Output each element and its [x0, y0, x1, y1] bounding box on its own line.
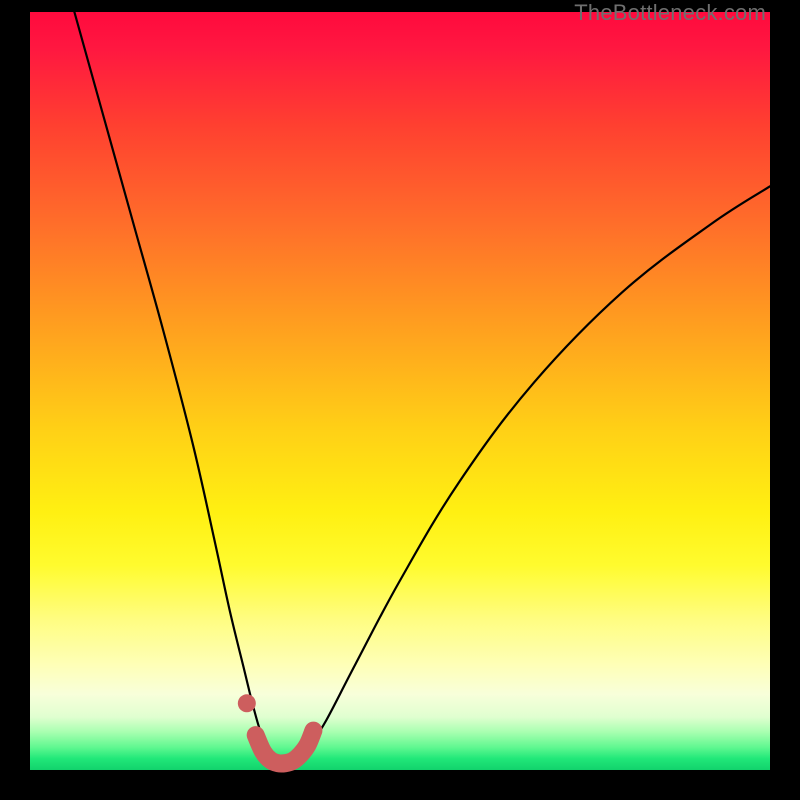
bottleneck-curve-line — [74, 12, 770, 765]
highlight-segment — [256, 731, 314, 764]
bottleneck-curve-svg — [0, 0, 800, 800]
watermark-text: TheBottleneck.com — [574, 0, 766, 26]
highlight-dot — [238, 694, 256, 712]
